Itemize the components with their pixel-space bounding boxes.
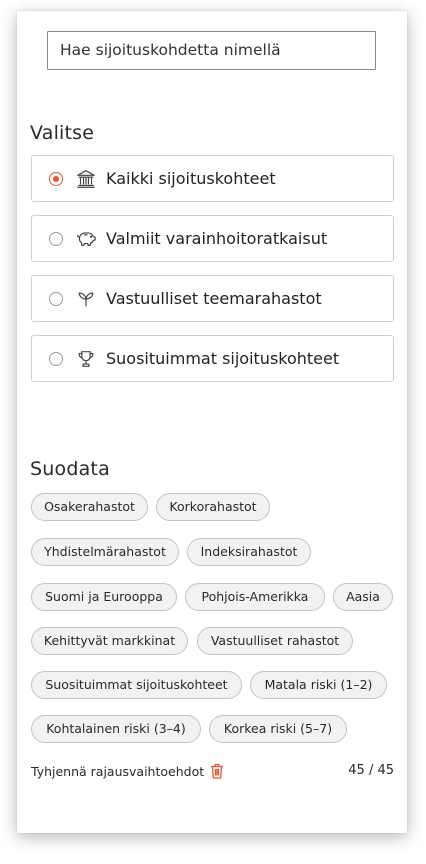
sprout-icon (78, 291, 94, 306)
filter-chip[interactable]: Aasia (333, 583, 393, 611)
radio-unselected[interactable] (49, 351, 63, 366)
option-managed-solutions[interactable]: Valmiit varainhoitoratkaisut (31, 215, 394, 262)
option-label: Kaikki sijoituskohteet (106, 169, 276, 188)
option-label: Vastuulliset teemarahastot (106, 289, 322, 308)
filter-chip[interactable]: Kehittyvät markkinat (31, 627, 188, 655)
clear-filters-label: Tyhjennä rajausvaihtoehdot (31, 763, 205, 779)
filter-chip[interactable]: Kohtalainen riski (3–4) (31, 715, 201, 743)
trash-icon (211, 763, 224, 779)
bank-icon (77, 169, 95, 188)
radio-unselected[interactable] (49, 291, 63, 306)
filter-chip[interactable]: Matala riski (1–2) (250, 671, 387, 699)
filter-chip[interactable]: Suosituimmat sijoituskohteet (31, 671, 242, 699)
filter-chip[interactable]: Korkorahastot (156, 493, 270, 521)
clear-filters-button[interactable]: Tyhjennä rajausvaihtoehdot (31, 763, 224, 779)
choose-section-title: Valitse (30, 122, 95, 144)
option-responsible-funds[interactable]: Vastuulliset teemarahastot (31, 275, 394, 322)
filter-chip[interactable]: Korkea riski (5–7) (209, 715, 347, 743)
radio-unselected[interactable] (49, 231, 63, 246)
filter-chip[interactable]: Yhdistelmärahastot (31, 538, 179, 566)
search-input[interactable]: Hae sijoituskohdetta nimellä (47, 31, 376, 70)
filter-chip[interactable]: Vastuulliset rahastot (197, 627, 353, 655)
option-all-investments[interactable]: Kaikki sijoituskohteet (31, 155, 394, 202)
filter-chip[interactable]: Suomi ja Eurooppa (31, 583, 177, 611)
option-label: Valmiit varainhoitoratkaisut (106, 229, 328, 248)
filter-chip[interactable]: Osakerahastot (31, 493, 148, 521)
option-popular-investments[interactable]: Suosituimmat sijoituskohteet (31, 335, 394, 382)
option-label: Suosituimmat sijoituskohteet (106, 349, 340, 368)
fund-selector-panel: Hae sijoituskohdetta nimellä Valitse Kai… (17, 11, 407, 833)
filter-section-title: Suodata (30, 458, 110, 480)
filter-chip[interactable]: Indeksirahastot (187, 538, 311, 566)
piggy-bank-icon (77, 231, 96, 246)
radio-selected[interactable] (49, 171, 63, 186)
results-count: 45 / 45 (348, 763, 394, 778)
filter-chip[interactable]: Pohjois-Amerikka (185, 583, 325, 611)
trophy-icon (78, 350, 94, 367)
